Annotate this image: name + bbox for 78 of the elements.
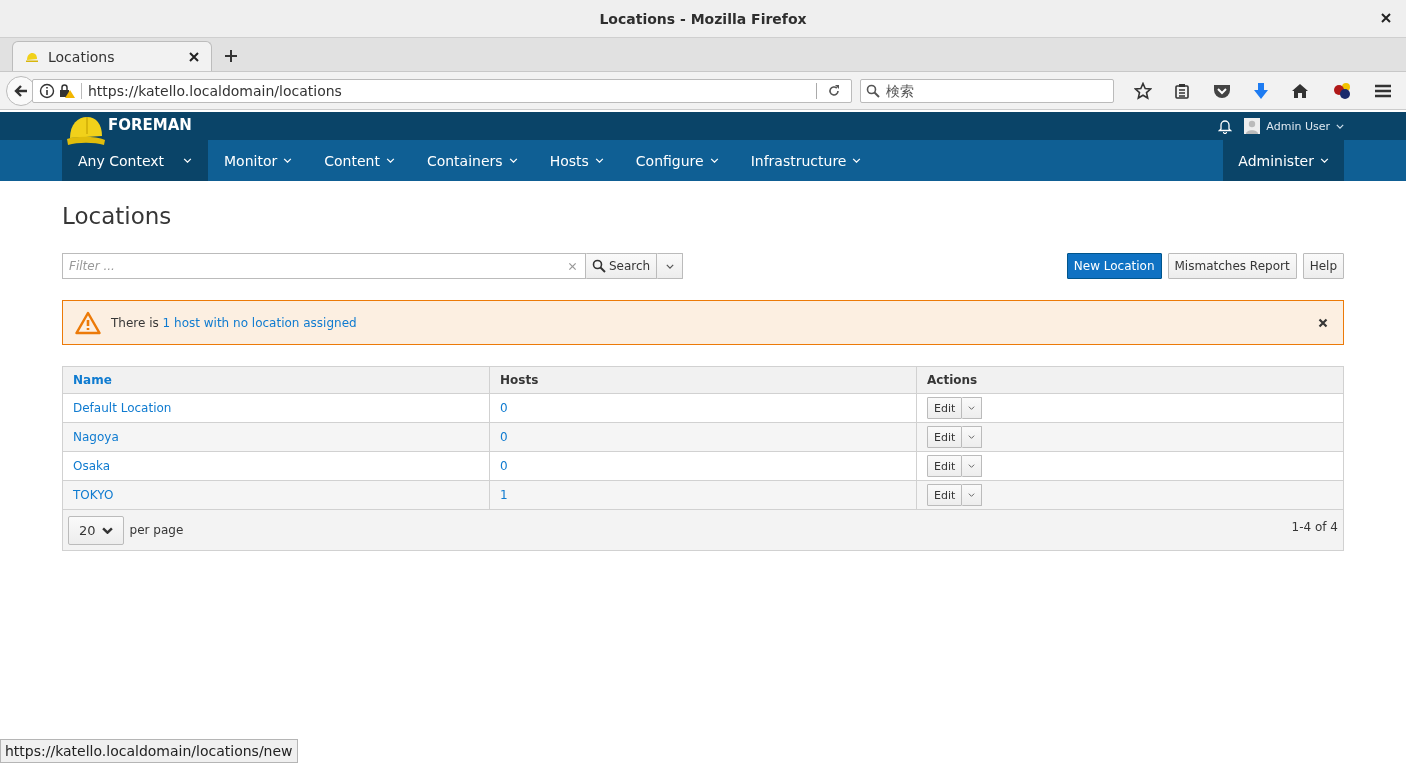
- browser-tab[interactable]: Locations: [12, 41, 212, 71]
- nav-menu[interactable]: Hosts: [533, 140, 620, 181]
- edit-button[interactable]: Edit: [927, 455, 963, 477]
- edit-button[interactable]: Edit: [927, 397, 963, 419]
- search-button[interactable]: Search: [586, 253, 658, 279]
- helmet-icon: [66, 114, 106, 148]
- location-link[interactable]: Nagoya: [73, 430, 119, 444]
- close-icon[interactable]: [1318, 317, 1328, 328]
- star-icon[interactable]: [1134, 81, 1152, 100]
- context-menu[interactable]: Any Context: [62, 140, 208, 181]
- search-icon: [866, 83, 880, 98]
- avatar-icon: [1244, 118, 1261, 134]
- per-page-label: per page: [129, 523, 184, 537]
- status-url: https://katello.localdomain/locations/new: [0, 739, 298, 763]
- hosts-count-link[interactable]: 0: [500, 459, 508, 473]
- action-button[interactable]: Mismatches Report: [1167, 253, 1297, 279]
- caret-icon: [101, 526, 113, 534]
- caret-icon: [508, 158, 518, 163]
- page-title: Locations: [62, 203, 173, 229]
- location-link[interactable]: TOKYO: [73, 488, 114, 502]
- download-icon[interactable]: [1253, 81, 1269, 100]
- nav-menu[interactable]: Configure: [619, 140, 735, 181]
- nav-menu[interactable]: Content: [308, 140, 411, 181]
- search-field[interactable]: 検索: [860, 78, 1114, 103]
- alert-link[interactable]: 1 host with no location assigned: [162, 315, 357, 330]
- location-link[interactable]: Osaka: [73, 459, 111, 473]
- lock-warning-icon: [59, 82, 75, 99]
- hosts-count-link[interactable]: 0: [500, 401, 508, 415]
- action-button[interactable]: Help: [1302, 253, 1344, 279]
- caret-icon: [385, 158, 395, 163]
- user-menu[interactable]: Admin User: [1244, 118, 1344, 134]
- column-header: Actions: [927, 373, 978, 387]
- search-icon: [592, 259, 606, 273]
- column-header[interactable]: Name: [73, 373, 112, 387]
- plus-icon[interactable]: [224, 49, 238, 63]
- edit-button[interactable]: Edit: [927, 484, 963, 506]
- pagination-range: 1-4 of 4: [1291, 520, 1338, 534]
- info-icon: [39, 82, 55, 99]
- helmet-icon: [25, 50, 39, 63]
- nav-menu[interactable]: Monitor: [208, 140, 309, 181]
- nav-menu[interactable]: Infrastructure: [734, 140, 878, 181]
- close-icon[interactable]: [1381, 13, 1391, 23]
- caret-icon: [852, 158, 862, 163]
- caret-icon: [665, 263, 674, 269]
- caret-icon: [283, 158, 293, 163]
- caret-icon: [1336, 123, 1344, 129]
- hosts-count-link[interactable]: 0: [500, 430, 508, 444]
- alert-message: There is 1 host with no location assigned: [111, 315, 357, 330]
- caret-icon: [709, 158, 719, 163]
- url-field[interactable]: https://katello.localdomain/locations: [32, 78, 852, 103]
- close-icon[interactable]: [189, 51, 199, 62]
- home-icon[interactable]: [1291, 82, 1310, 99]
- brand-name[interactable]: FOREMAN: [108, 116, 192, 134]
- caret-icon: [594, 158, 604, 163]
- caret-icon: [968, 435, 976, 439]
- filter-field[interactable]: Filter ...: [62, 253, 586, 279]
- caret-icon: [183, 158, 192, 163]
- per-page-select[interactable]: 20: [68, 515, 124, 545]
- bell-icon[interactable]: [1218, 118, 1233, 134]
- new-location-button[interactable]: New Location: [1066, 253, 1162, 279]
- clipboard-icon[interactable]: [1174, 82, 1191, 99]
- caret-icon: [1320, 158, 1329, 163]
- pocket-icon[interactable]: [1212, 82, 1231, 99]
- caret-icon: [968, 493, 976, 497]
- reload-icon[interactable]: [827, 83, 841, 98]
- window-title: Locations - Mozilla Firefox: [599, 10, 807, 27]
- nav-menu[interactable]: Containers: [410, 140, 534, 181]
- column-header: Hosts: [500, 373, 539, 387]
- warning-icon: [75, 310, 101, 335]
- caret-icon: [968, 464, 976, 468]
- balls-icon[interactable]: [1331, 81, 1352, 100]
- nav-menu[interactable]: Administer: [1223, 140, 1344, 181]
- location-link[interactable]: Default Location: [73, 401, 172, 415]
- hosts-count-link[interactable]: 1: [500, 488, 508, 502]
- edit-button[interactable]: Edit: [927, 426, 963, 448]
- caret-icon: [968, 406, 976, 410]
- clear-icon[interactable]: [568, 262, 577, 271]
- menu-icon[interactable]: [1373, 83, 1392, 98]
